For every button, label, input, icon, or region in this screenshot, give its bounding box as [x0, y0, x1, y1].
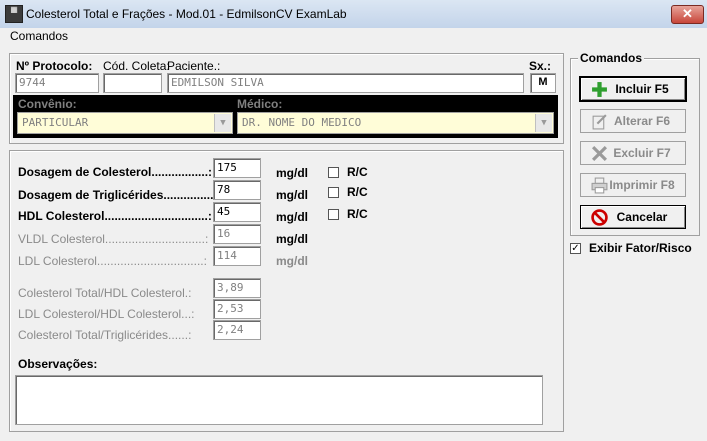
cod-coleta-label: Cód. Coleta: [103, 59, 170, 73]
triglicerides-unit: mg/dl [276, 188, 308, 202]
triglicerides-rc-checkbox[interactable] [328, 187, 339, 198]
vldl-field[interactable]: 16 [213, 224, 261, 244]
triglicerides-rc-label: R/C [347, 185, 368, 199]
triglicerides-label: Dosagem de Triglicérides...............: [18, 188, 218, 202]
colesterol-unit: mg/dl [276, 166, 308, 180]
app-icon: ▦ [5, 5, 23, 23]
paciente-label: Paciente.: [167, 59, 221, 73]
commands-title: Comandos [578, 51, 645, 65]
medico-value: DR. NOME DO MEDICO [242, 116, 362, 129]
paciente-field[interactable]: EDMILSON SILVA [167, 73, 524, 93]
excluir-button[interactable]: Excluir F7 [580, 141, 686, 165]
colesterol-rc-checkbox[interactable] [328, 167, 339, 178]
ratio-ct-tg-label: Colesterol Total/Triglicérides......: [18, 328, 192, 342]
close-button[interactable]: ✕ [671, 5, 704, 24]
colesterol-label: Dosagem de Colesterol.................: [18, 165, 213, 179]
medico-select[interactable]: DR. NOME DO MEDICO ▼ [237, 112, 554, 134]
menu-bar [0, 28, 707, 46]
observacoes-textarea[interactable] [15, 375, 543, 425]
ratio-ct-hdl-label: Colesterol Total/HDL Colesterol.: [18, 286, 192, 300]
observacoes-label: Observações: [18, 357, 98, 371]
edit-icon [592, 114, 607, 130]
sx-field[interactable]: M [530, 73, 556, 93]
protocolo-field[interactable]: 9744 [15, 73, 99, 93]
alterar-button[interactable]: Alterar F6 [580, 109, 686, 133]
colesterol-rc-label: R/C [347, 165, 368, 179]
convenio-label: Convênio: [18, 97, 77, 111]
printer-icon [591, 177, 608, 194]
hdl-label: HDL Colesterol..........................… [18, 209, 212, 223]
ldl-unit: mg/dl [276, 254, 308, 268]
colesterol-field[interactable]: 175 [213, 158, 261, 178]
chevron-down-icon[interactable]: ▼ [214, 114, 231, 132]
ratio-ldl-hdl-field[interactable]: 2,53 [213, 299, 261, 319]
medico-label: Médico: [237, 97, 283, 111]
imprimir-button[interactable]: Imprimir F8 [580, 173, 686, 197]
fator-risco-checkbox[interactable]: ✓ [570, 243, 581, 254]
hdl-field[interactable]: 45 [213, 202, 261, 222]
menu-comandos[interactable]: Comandos [10, 29, 68, 43]
incluir-button[interactable]: Incluir F5 [579, 76, 687, 102]
vldl-unit: mg/dl [276, 232, 308, 246]
vldl-label: VLDL Colesterol.........................… [18, 232, 209, 246]
cancel-icon [591, 209, 608, 226]
convenio-select[interactable]: PARTICULAR ▼ [17, 112, 233, 134]
delete-icon [591, 145, 608, 162]
fator-risco-label: Exibir Fator/Risco [589, 241, 692, 255]
protocolo-label: Nº Protocolo: [16, 59, 93, 73]
convenio-value: PARTICULAR [22, 116, 89, 129]
cancelar-button[interactable]: Cancelar [580, 205, 686, 229]
ldl-label: LDL Colesterol..........................… [18, 254, 207, 268]
ratio-ct-tg-field[interactable]: 2,24 [213, 320, 261, 340]
incluir-label: Incluir F5 [615, 82, 669, 96]
ratio-ct-hdl-field[interactable]: 3,89 [213, 278, 261, 298]
hdl-unit: mg/dl [276, 210, 308, 224]
hdl-rc-checkbox[interactable] [328, 209, 339, 220]
plus-icon [592, 82, 607, 97]
cod-coleta-field[interactable] [103, 73, 162, 93]
triglicerides-field[interactable]: 78 [213, 180, 261, 200]
sx-label: Sx.: [529, 59, 552, 73]
window-title: Colesterol Total e Frações - Mod.01 - Ed… [26, 7, 347, 21]
cancelar-label: Cancelar [616, 210, 668, 224]
hdl-rc-label: R/C [347, 207, 368, 221]
ldl-field[interactable]: 114 [213, 246, 261, 266]
ratio-ldl-hdl-label: LDL Colesterol/HDL Colesterol...: [18, 307, 195, 321]
chevron-down-icon[interactable]: ▼ [535, 114, 552, 132]
